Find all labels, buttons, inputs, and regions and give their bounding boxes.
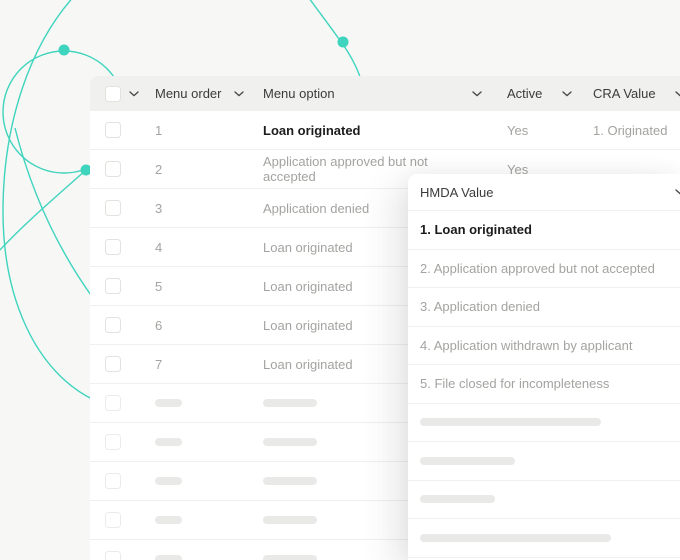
row-checkbox[interactable] <box>105 239 121 255</box>
row-checkbox[interactable] <box>105 512 121 528</box>
cell-menu-option: Loan originated <box>263 318 353 333</box>
table-header-row: Menu order Menu option Active CRA Value <box>90 76 680 111</box>
row-checkbox[interactable] <box>105 551 121 560</box>
skeleton-bar <box>420 495 495 503</box>
cell-menu-order: 2 <box>155 162 162 177</box>
skeleton-bar <box>263 477 317 485</box>
dropdown-option[interactable]: 2. Application approved but not accepted <box>408 250 680 289</box>
row-checkbox[interactable] <box>105 473 121 489</box>
select-all-checkbox[interactable] <box>105 86 121 102</box>
dropdown-option[interactable]: 4. Application withdrawn by applicant <box>408 327 680 366</box>
chevron-down-icon[interactable] <box>129 91 139 97</box>
row-checkbox[interactable] <box>105 356 121 372</box>
skeleton-bar <box>263 555 317 560</box>
chevron-down-icon[interactable] <box>562 91 572 97</box>
row-checkbox[interactable] <box>105 161 121 177</box>
app-screen: Menu order Menu option Active CRA Value <box>0 0 680 560</box>
skeleton-bar <box>263 438 317 446</box>
cell-menu-order: 6 <box>155 318 162 333</box>
cell-menu-order: 3 <box>155 201 162 216</box>
column-label: Active <box>507 86 542 101</box>
skeleton-row <box>408 404 680 443</box>
row-checkbox[interactable] <box>105 434 121 450</box>
skeleton-bar <box>263 399 317 407</box>
cell-menu-option: Loan originated <box>263 279 353 294</box>
cell-menu-order: 1 <box>155 123 162 138</box>
column-label: Menu order <box>155 86 221 101</box>
cell-menu-option: Application denied <box>263 201 369 216</box>
cell-menu-option: Loan originated <box>263 240 353 255</box>
row-checkbox[interactable] <box>105 395 121 411</box>
column-header-cra-value[interactable]: CRA Value <box>584 86 680 101</box>
row-checkbox[interactable] <box>105 122 121 138</box>
decor-curve-cross <box>15 128 93 298</box>
row-checkbox[interactable] <box>105 317 121 333</box>
skeleton-row <box>408 481 680 520</box>
cell-menu-option: Loan originated <box>263 357 353 372</box>
hmda-value-dropdown: HMDA Value 1. Loan originated 2. Applica… <box>408 174 680 560</box>
cell-menu-order: 7 <box>155 357 162 372</box>
skeleton-bar <box>155 516 182 524</box>
decor-big-arc <box>3 0 94 400</box>
skeleton-bar <box>420 457 515 465</box>
chevron-down-icon[interactable] <box>675 189 680 195</box>
decor-curve-topright <box>306 0 361 80</box>
dropdown-option[interactable]: 5. File closed for incompleteness <box>408 365 680 404</box>
skeleton-bar <box>155 477 182 485</box>
chevron-down-icon[interactable] <box>234 91 244 97</box>
cell-cra-value: 1. Originated <box>593 123 667 138</box>
skeleton-row <box>408 519 680 558</box>
column-label: CRA Value <box>593 86 656 101</box>
decor-node-dot <box>338 37 349 48</box>
dropdown-option[interactable]: 3. Application denied <box>408 288 680 327</box>
table-row: 1 Loan originated Yes 1. Originated <box>90 111 680 150</box>
skeleton-row <box>408 442 680 481</box>
column-header-active[interactable]: Active <box>498 86 584 101</box>
row-checkbox[interactable] <box>105 278 121 294</box>
cell-active: Yes <box>507 123 528 138</box>
skeleton-bar <box>263 516 317 524</box>
decor-node-dot <box>59 45 70 56</box>
skeleton-bar <box>420 534 611 542</box>
cell-menu-order: 5 <box>155 279 162 294</box>
skeleton-bar <box>155 438 182 446</box>
skeleton-bar <box>155 399 182 407</box>
skeleton-bar <box>155 555 182 560</box>
row-checkbox[interactable] <box>105 200 121 216</box>
dropdown-header[interactable]: HMDA Value <box>408 174 680 211</box>
column-header-menu-order[interactable]: Menu order <box>146 86 254 101</box>
dropdown-option[interactable]: 1. Loan originated <box>408 211 680 250</box>
skeleton-bar <box>420 418 601 426</box>
column-header-menu-option[interactable]: Menu option <box>254 86 498 101</box>
dropdown-title: HMDA Value <box>420 185 493 200</box>
chevron-down-icon[interactable] <box>472 91 482 97</box>
chevron-down-icon[interactable] <box>675 91 680 97</box>
column-label: Menu option <box>263 86 335 101</box>
select-all-cell <box>90 86 146 102</box>
cell-menu-order: 4 <box>155 240 162 255</box>
cell-menu-option: Loan originated <box>263 123 361 138</box>
